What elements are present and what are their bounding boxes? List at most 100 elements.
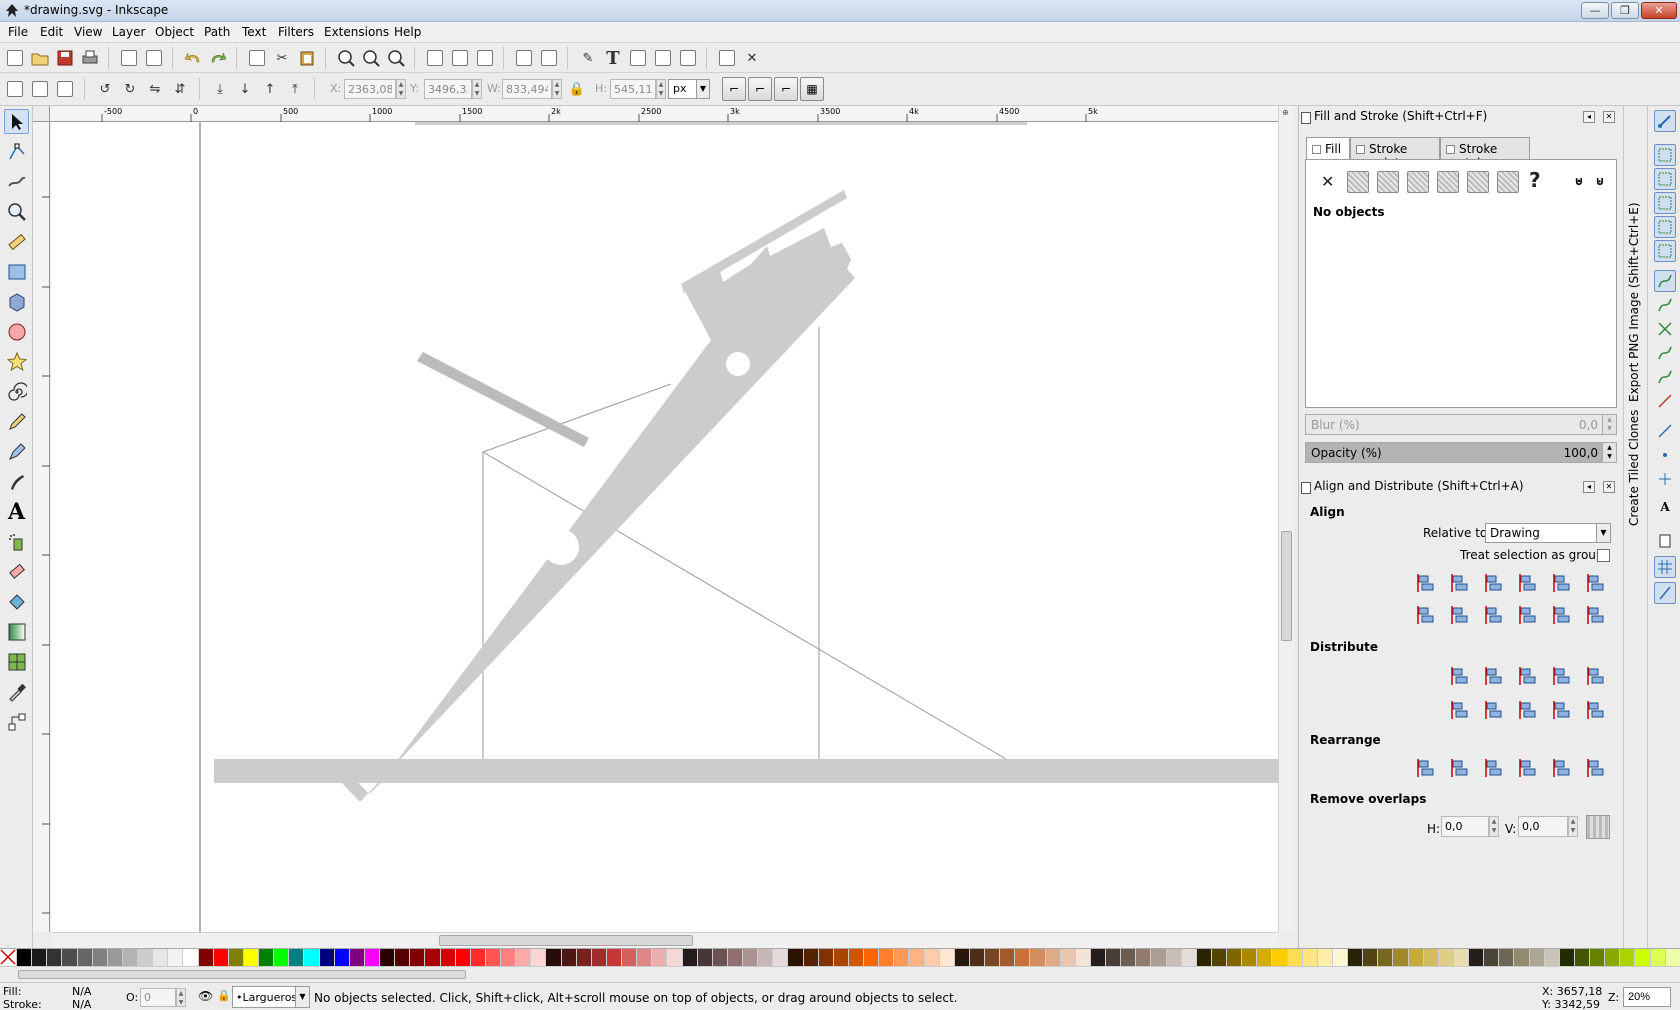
color-swatch[interactable] (939, 949, 955, 966)
color-swatch[interactable] (1121, 949, 1137, 966)
color-swatch[interactable] (289, 949, 305, 966)
color-swatch[interactable] (637, 949, 653, 966)
color-swatch[interactable] (1181, 949, 1197, 966)
raise-top-icon[interactable]: ⤒ (284, 78, 306, 100)
color-swatch[interactable] (183, 949, 199, 966)
align-row2-button-icon[interactable] (1550, 603, 1574, 627)
color-swatch[interactable] (32, 949, 48, 966)
color-swatch[interactable] (274, 949, 290, 966)
drawing-canvas[interactable] (51, 122, 1278, 932)
panel-collapse-icon[interactable]: ◂ (1583, 481, 1595, 493)
align-row2-button-icon[interactable] (1584, 603, 1608, 627)
star-tool-icon[interactable] (4, 349, 29, 374)
color-swatch[interactable] (1574, 949, 1590, 966)
clone-icon[interactable] (449, 47, 471, 69)
color-swatch[interactable] (1015, 949, 1031, 966)
color-swatch[interactable] (410, 949, 426, 966)
status-opacity-spin-arrows[interactable]: ▲ ▼ (176, 988, 186, 1007)
pen-tool-icon[interactable] (4, 439, 29, 464)
color-swatch[interactable] (1529, 949, 1545, 966)
no-paint-icon[interactable]: ✕ (1321, 172, 1334, 191)
color-swatch[interactable] (1257, 949, 1273, 966)
distribute-row1-button-icon[interactable] (1550, 664, 1574, 688)
vertical-scrollbar[interactable]: ⊕ (1278, 106, 1294, 932)
align-row2-button-icon[interactable] (1414, 603, 1438, 627)
color-swatch[interactable] (153, 949, 169, 966)
color-swatch[interactable] (969, 949, 985, 966)
flat-color-icon[interactable] (1347, 171, 1369, 193)
color-swatch[interactable] (228, 949, 244, 966)
redo-icon[interactable] (207, 47, 229, 69)
layers-icon[interactable] (627, 47, 649, 69)
color-swatch[interactable] (138, 949, 154, 966)
panel-close-icon[interactable]: ✕ (1603, 481, 1615, 493)
zoom-field[interactable] (1623, 987, 1671, 1007)
color-swatch[interactable] (364, 949, 380, 966)
x-spin-arrows[interactable]: ▲ ▼ (396, 79, 406, 99)
xml-editor-icon[interactable] (652, 47, 674, 69)
distribute-row2-button-icon[interactable] (1584, 698, 1608, 722)
color-swatch[interactable] (470, 949, 486, 966)
snap-smooth-nodes-icon[interactable] (1654, 366, 1676, 388)
color-swatch[interactable] (198, 949, 214, 966)
menu-view[interactable]: View (74, 25, 102, 39)
snap-grids-icon[interactable] (1654, 556, 1676, 578)
color-swatch[interactable] (92, 949, 108, 966)
color-swatch[interactable] (561, 949, 577, 966)
color-swatch[interactable] (954, 949, 970, 966)
scale-stroke-toggle[interactable]: ⌐ (722, 77, 746, 101)
color-swatch[interactable] (546, 949, 562, 966)
snap-rotation-centers-icon[interactable] (1654, 468, 1676, 490)
status-opacity-field[interactable] (140, 988, 176, 1007)
selector-tool-icon[interactable] (4, 109, 29, 134)
eraser-tool-icon[interactable] (4, 559, 29, 584)
color-swatch[interactable] (576, 949, 592, 966)
color-swatch[interactable] (1363, 949, 1379, 966)
color-swatch[interactable] (773, 949, 789, 966)
color-swatch[interactable] (1196, 949, 1212, 966)
paint-bucket-tool-icon[interactable] (4, 589, 29, 614)
align-row1-button-icon[interactable] (1482, 571, 1506, 595)
color-swatch[interactable] (1242, 949, 1258, 966)
color-swatch[interactable] (440, 949, 456, 966)
color-swatch[interactable] (848, 949, 864, 966)
snap-guides-icon[interactable] (1654, 582, 1676, 604)
unset-paint-icon[interactable]: ? (1529, 168, 1541, 192)
raise-icon[interactable]: ↑ (259, 78, 281, 100)
color-swatch[interactable] (425, 949, 441, 966)
color-swatch[interactable] (259, 949, 275, 966)
ungroup-icon[interactable] (538, 47, 560, 69)
group-icon[interactable] (513, 47, 535, 69)
overlap-h-spin-arrows[interactable]: ▲ ▼ (1489, 816, 1499, 837)
y-field[interactable] (424, 79, 472, 99)
color-swatch[interactable] (1438, 949, 1454, 966)
import-icon[interactable] (118, 47, 140, 69)
distribute-row2-button-icon[interactable] (1482, 698, 1506, 722)
print-icon[interactable] (79, 47, 101, 69)
snap-text-baseline-icon[interactable]: A (1654, 496, 1676, 518)
distribute-row1-button-icon[interactable] (1448, 664, 1472, 688)
distribute-row2-button-icon[interactable] (1550, 698, 1574, 722)
flip-vertical-icon[interactable]: ⇵ (169, 78, 191, 100)
color-swatch[interactable] (17, 949, 33, 966)
color-swatch[interactable] (1423, 949, 1439, 966)
color-swatch[interactable] (1000, 949, 1016, 966)
duplicate-icon[interactable] (424, 47, 446, 69)
blur-slider[interactable]: Blur (%) 0,0 ▲ ▼ (1305, 414, 1617, 435)
color-swatch[interactable] (77, 949, 93, 966)
tab-stroke-style[interactable]: Stroke style (1440, 137, 1530, 170)
snap-intersections-icon[interactable] (1654, 318, 1676, 340)
color-swatch[interactable] (1332, 949, 1348, 966)
color-swatch[interactable] (818, 949, 834, 966)
color-swatch[interactable] (122, 949, 138, 966)
color-swatch[interactable] (1544, 949, 1560, 966)
top-beam[interactable] (415, 122, 1027, 125)
panel-collapse-icon[interactable]: ◂ (1583, 111, 1595, 123)
zoom-corner-icon[interactable]: ⊕ (1282, 108, 1289, 117)
diagonal-strut[interactable] (417, 352, 589, 447)
color-swatch[interactable] (47, 949, 63, 966)
color-swatch[interactable] (924, 949, 940, 966)
rearrange-row-button-icon[interactable] (1516, 756, 1540, 780)
color-swatch[interactable] (1166, 949, 1182, 966)
color-swatch[interactable] (1045, 949, 1061, 966)
